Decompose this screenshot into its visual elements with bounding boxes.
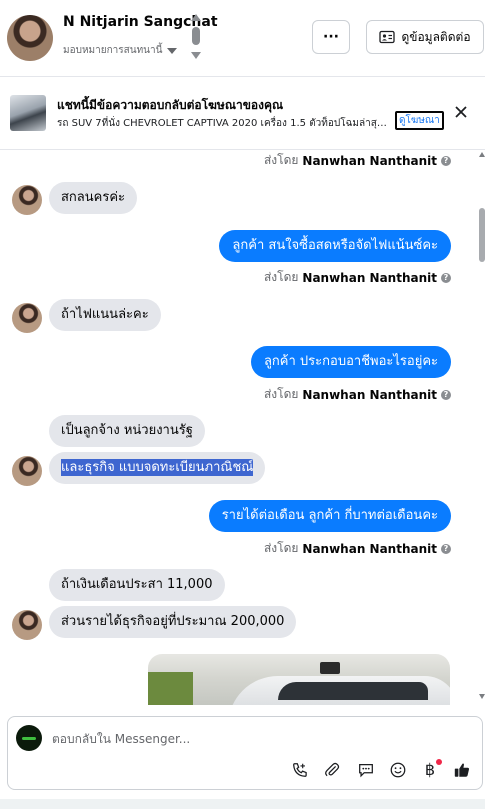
conversation-header: N Nitjarin Sangchat มอบหมายการสนทนานี้ ·… — [0, 0, 485, 77]
received-message: ส่วนรายได้ธุรกิจอยู่ที่ประมาณ 200,000 — [49, 606, 297, 638]
sent-message: รายได้ต่อเดือน ลูกค้า กี่บาทต่อเดือนคะ — [208, 500, 451, 532]
assign-label: มอบหมายการสนทนานี้ — [63, 45, 163, 56]
footer-strip — [0, 799, 485, 809]
info-icon[interactable]: ? — [441, 389, 451, 400]
sender-name: Nanwhan Nanthanit — [302, 541, 437, 556]
assign-conversation-dropdown[interactable]: มอบหมายการสนทนานี้ — [63, 43, 178, 58]
caret-down-icon — [167, 47, 178, 54]
quick-reply-icon[interactable] — [356, 760, 376, 780]
sent-by-label: ส่งโดย Nanwhan Nanthanit ? — [264, 385, 451, 404]
received-message: สกลนครค่ะ — [49, 182, 138, 214]
customer-message-avatar — [12, 185, 42, 215]
scroll-down-arrow-icon[interactable] — [191, 52, 201, 59]
message-thread[interactable]: ส่งโดย Nanwhan Nanthanit ? สกลนครค่ะ ลูก… — [0, 150, 485, 705]
view-contact-label: ดูข้อมูลติดต่อ — [401, 29, 471, 44]
view-contact-button[interactable]: ดูข้อมูลติดต่อ — [366, 20, 484, 54]
page-avatar — [16, 725, 42, 751]
received-message-selected: และธุรกิจ แบบจดทะเบียนภาณิชณ์ — [49, 452, 266, 484]
ad-thumbnail[interactable] — [10, 95, 46, 131]
sent-by-label: ส่งโดย Nanwhan Nanthanit ? — [264, 539, 451, 558]
sender-name: Nanwhan Nanthanit — [302, 387, 437, 402]
thread-scrollbar[interactable] — [479, 152, 485, 702]
attach-icon[interactable] — [322, 760, 342, 780]
customer-message-avatar — [12, 303, 42, 333]
sent-by-label: ส่งโดย Nanwhan Nanthanit ? — [264, 268, 451, 287]
received-message: เป็นลูกจ้าง หน่วยงานรัฐ — [49, 415, 205, 447]
sent-by-label: ส่งโดย Nanwhan Nanthanit ? — [264, 151, 451, 170]
scroll-up-arrow-icon[interactable] — [479, 152, 485, 157]
scroll-thumb[interactable] — [192, 27, 200, 45]
view-ad-link[interactable]: ดูโฆษณา — [395, 111, 444, 130]
ad-banner-subtitle: รถ SUV 7ที่นั่ง CHEVROLET CAPTIVA 2020 เ… — [57, 118, 389, 129]
call-icon[interactable] — [290, 760, 310, 780]
info-icon[interactable]: ? — [441, 543, 451, 554]
customer-avatar[interactable] — [7, 15, 53, 61]
car-photo-attachment[interactable] — [148, 654, 450, 705]
header-scrollbar[interactable] — [190, 14, 202, 60]
received-message: ถ้าไฟแนนล่ะคะ — [49, 299, 161, 331]
info-icon[interactable]: ? — [441, 155, 451, 166]
more-options-button[interactable]: ··· — [312, 20, 350, 54]
reply-composer: ฿ — [7, 716, 483, 790]
ad-banner-title: แชทนี้มีข้อความตอบกลับต่อโฆษณาของคุณ — [57, 98, 284, 112]
like-icon[interactable] — [452, 760, 472, 780]
scroll-up-arrow-icon[interactable] — [191, 14, 201, 21]
scroll-down-arrow-icon[interactable] — [479, 694, 485, 699]
contact-card-icon — [379, 30, 396, 44]
selected-text: และธุรกิจ แบบจดทะเบียนภาณิชณ์ — [61, 459, 254, 476]
ad-reply-banner: แชทนี้มีข้อความตอบกลับต่อโฆษณาของคุณ รถ … — [0, 78, 485, 150]
customer-message-avatar — [12, 456, 42, 486]
reply-input[interactable] — [52, 730, 412, 748]
sent-message: ลูกค้า สนใจซื้อสดหรือจัดไฟแน้นซ์คะ — [219, 230, 451, 262]
sender-name: Nanwhan Nanthanit — [302, 270, 437, 285]
received-message: ถ้าเงินเดือนประสา 11,000 — [49, 569, 225, 601]
scroll-thumb[interactable] — [479, 208, 485, 262]
close-icon[interactable] — [453, 104, 469, 120]
emoji-icon[interactable] — [388, 760, 408, 780]
sender-name: Nanwhan Nanthanit — [302, 153, 437, 168]
notification-dot — [436, 759, 442, 765]
baht-icon[interactable]: ฿ — [420, 759, 442, 780]
customer-message-avatar — [12, 610, 42, 640]
info-icon[interactable]: ? — [441, 272, 451, 283]
sent-message: ลูกค้า ประกอบอาชีพอะไรอยู่คะ — [250, 346, 451, 378]
